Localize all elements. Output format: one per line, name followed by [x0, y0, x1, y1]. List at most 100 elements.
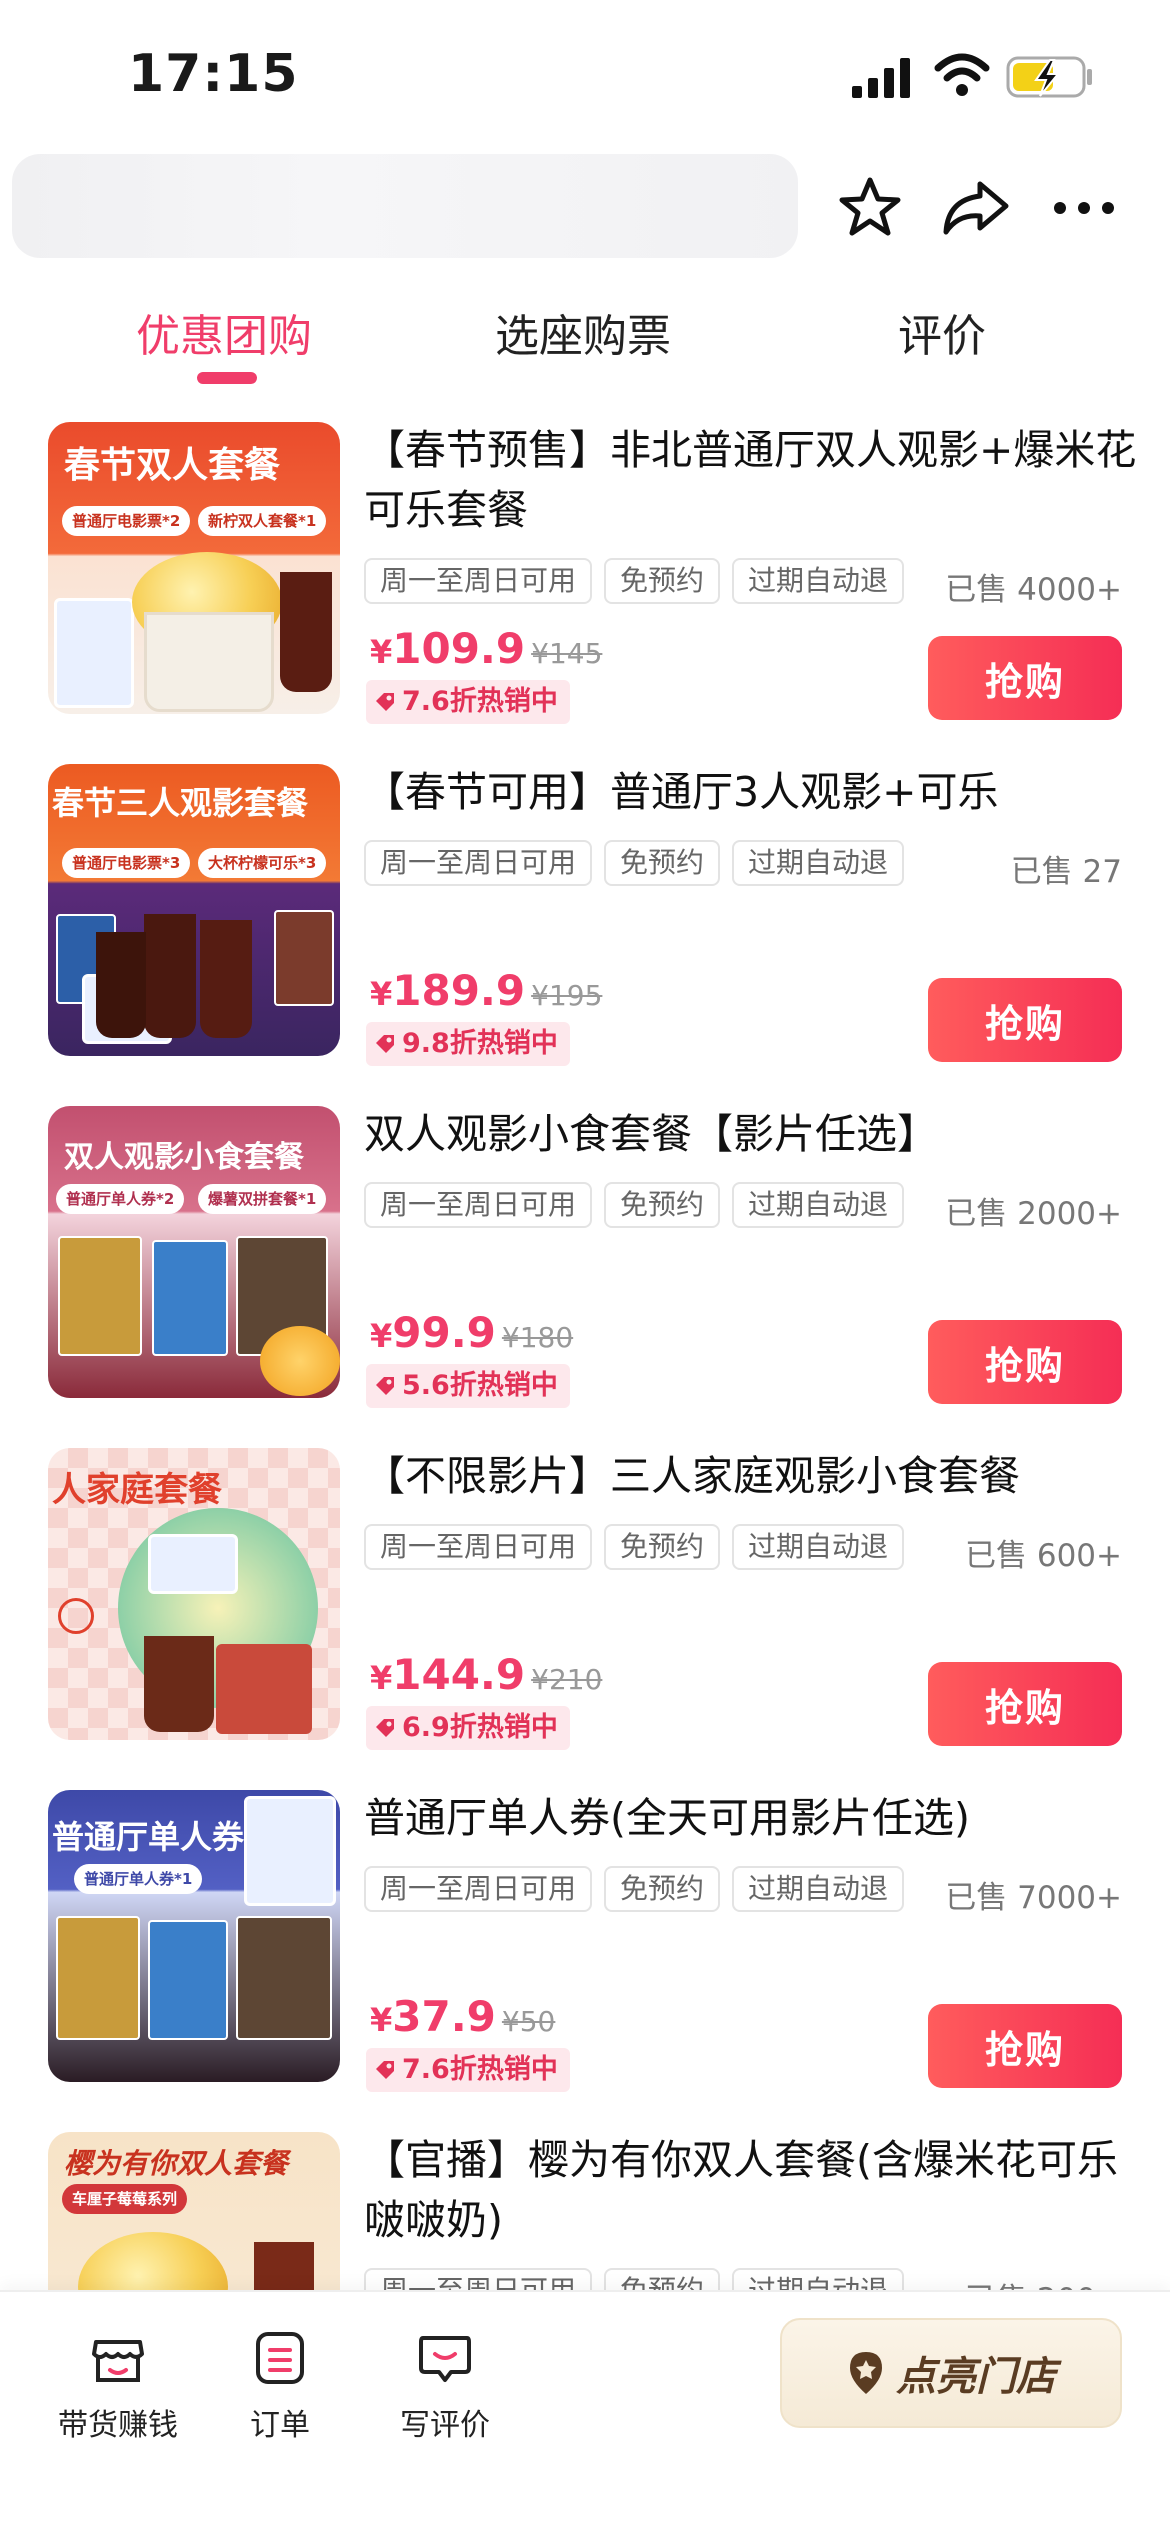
buy-button[interactable]: 抢购: [928, 1662, 1122, 1746]
bucket-graphic: [144, 612, 274, 712]
price-value: 144.9: [392, 1650, 526, 1699]
sold-count: 已售 4000+: [945, 572, 1122, 608]
deal-thumbnail[interactable]: 双人观影小食套餐 普通厅单人券*2 爆薯双拼套餐*1: [48, 1106, 340, 1398]
bottom-item-earn[interactable]: 带货赚钱: [58, 2328, 178, 2444]
currency-symbol: ¥: [370, 975, 393, 1013]
bottom-item-label: 写评价: [400, 2408, 490, 2443]
deal-title: 【春节可用】普通厅3人观影+可乐: [364, 768, 999, 816]
deal-tag: 过期自动退: [732, 1182, 905, 1228]
share-icon[interactable]: [938, 170, 1014, 246]
buy-button[interactable]: 抢购: [928, 1320, 1122, 1404]
movie-poster-graphic: [236, 1916, 332, 2040]
deal-tag: 过期自动退: [732, 1524, 905, 1570]
deal-tag: 免预约: [604, 1866, 721, 1912]
bottom-item-review[interactable]: 写评价: [400, 2328, 490, 2444]
header: [0, 150, 1170, 270]
tab-reviews[interactable]: 评价: [898, 300, 986, 364]
discount-badge: 5.6折热销中: [366, 1364, 570, 1408]
thumbnail-chip: 车厘子莓莓系列: [62, 2184, 188, 2214]
deal-price: ¥144.9: [370, 1650, 525, 1699]
price-row: ¥109.9 ¥145: [370, 624, 602, 684]
price-value: 109.9: [392, 624, 526, 673]
currency-symbol: ¥: [370, 1317, 393, 1355]
ticket-graphic: [54, 598, 134, 708]
deal-price: ¥109.9: [370, 624, 525, 673]
deal-tags: 周一至周日可用 免预约 过期自动退: [364, 1866, 905, 1912]
movie-poster-graphic: [56, 1916, 140, 2040]
deal-item[interactable]: 双人观影小食套餐 普通厅单人券*2 爆薯双拼套餐*1 双人观影小食套餐【影片任选…: [0, 1092, 1170, 1432]
deal-thumbnail[interactable]: 春节三人观影套餐 普通厅电影票*3 大杯柠檬可乐*3: [48, 764, 340, 1056]
thumbnail-chip: 新柠双人套餐*1: [198, 506, 327, 536]
deal-thumbnail[interactable]: 人家庭套餐: [48, 1448, 340, 1740]
deal-tags: 周一至周日可用 免预约 过期自动退: [364, 840, 905, 886]
deal-tag: 周一至周日可用: [364, 1182, 593, 1228]
arrow-circle-icon: [58, 1598, 94, 1634]
price-tag-icon: [376, 1719, 394, 1737]
status-bar: 17:15: [0, 0, 1170, 150]
price-tag-icon: [376, 1377, 394, 1395]
deal-thumbnail[interactable]: 普通厅单人券 普通厅单人券*1: [48, 1790, 340, 2082]
deal-price: ¥37.9: [370, 1992, 496, 2041]
deal-item[interactable]: 春节三人观影套餐 普通厅电影票*3 大杯柠檬可乐*3 【春节可用】普通厅3人观影…: [0, 750, 1170, 1090]
bottom-item-orders[interactable]: 订单: [250, 2328, 310, 2444]
deal-price: ¥99.9: [370, 1308, 496, 1357]
favorite-star-icon[interactable]: [832, 170, 908, 246]
wifi-icon: [934, 53, 990, 96]
thumbnail-chip: 普通厅单人券*2: [56, 1184, 185, 1214]
deal-tag: 过期自动退: [732, 840, 905, 886]
movie-poster-graphic: [58, 1236, 142, 1356]
drink-cup-graphic: [200, 920, 252, 1038]
price-row: ¥37.9 ¥50: [370, 1992, 555, 2052]
review-icon: [419, 2336, 471, 2382]
deal-item[interactable]: 普通厅单人券 普通厅单人券*1 普通厅单人券(全天可用影片任选) 周一至周日可用…: [0, 1776, 1170, 2116]
buy-button[interactable]: 抢购: [928, 978, 1122, 1062]
discount-badge: 9.8折热销中: [366, 1022, 570, 1066]
store-icon: [92, 2340, 144, 2382]
light-up-store-label: 点亮门店: [896, 2354, 1056, 2400]
tab-bar: 优惠团购 选座购票 评价: [0, 282, 1170, 392]
deal-title: 【官播】樱为有你双人套餐(含爆米花可乐啵啵奶): [364, 2136, 1118, 2244]
search-box[interactable]: [12, 154, 798, 258]
discount-text: 9.8折热销中: [402, 1028, 558, 1059]
currency-symbol: ¥: [370, 633, 393, 671]
thumbnail-banner-text: 樱为有你双人套餐: [64, 2147, 289, 2180]
thumbnail-chip: 普通厅单人券*1: [74, 1864, 203, 1894]
discount-badge: 7.6折热销中: [366, 680, 570, 724]
deal-title: 【春节预售】非北普通厅双人观影+爆米花可乐套餐: [364, 426, 1137, 534]
tab-group-deals[interactable]: 优惠团购: [136, 300, 312, 364]
price-tag-icon: [376, 2061, 394, 2079]
movie-poster-graphic: [148, 1920, 228, 2040]
status-time: 17:15: [128, 44, 299, 104]
deal-thumbnail[interactable]: 春节双人套餐 普通厅电影票*2 新柠双人套餐*1: [48, 422, 340, 714]
deal-title: 普通厅单人券(全天可用影片任选): [364, 1794, 970, 1842]
movie-poster-graphic: [274, 910, 334, 1006]
buy-button[interactable]: 抢购: [928, 2004, 1122, 2088]
deal-tag: 过期自动退: [732, 1866, 905, 1912]
sold-count: 已售 600+: [965, 1538, 1122, 1574]
discount-text: 5.6折热销中: [402, 1370, 558, 1401]
deal-item[interactable]: 春节双人套餐 普通厅电影票*2 新柠双人套餐*1 【春节预售】非北普通厅双人观影…: [0, 408, 1170, 748]
original-price: ¥145: [531, 637, 603, 670]
light-up-store-button[interactable]: 点亮门店: [780, 2318, 1122, 2428]
movie-poster-graphic: [152, 1240, 228, 1356]
discount-text: 7.6折热销中: [402, 2054, 558, 2085]
original-price: ¥180: [501, 1321, 574, 1354]
price-value: 99.9: [392, 1308, 496, 1357]
order-icon: [256, 2332, 304, 2384]
bottom-item-label: 订单: [250, 2408, 310, 2443]
deal-tag: 周一至周日可用: [364, 1866, 593, 1912]
tab-seat-tickets[interactable]: 选座购票: [495, 300, 671, 364]
deal-tags: 周一至周日可用 免预约 过期自动退: [364, 558, 905, 604]
price-value: 189.9: [392, 966, 526, 1015]
location-pin-icon: [850, 2352, 882, 2394]
active-tab-indicator: [197, 372, 257, 384]
more-icon[interactable]: [1046, 170, 1122, 246]
original-price: ¥50: [501, 2005, 556, 2038]
deal-tag: 免预约: [604, 1182, 721, 1228]
deal-item[interactable]: 人家庭套餐 【不限影片】三人家庭观影小食套餐 周一至周日可用 免预约 过期自动退…: [0, 1434, 1170, 1774]
deal-tag: 周一至周日可用: [364, 1524, 593, 1570]
thumbnail-chip: 普通厅电影票*3: [62, 848, 191, 878]
thumbnail-chip: 大杯柠檬可乐*3: [198, 848, 327, 878]
sold-count: 已售 2000+: [945, 1196, 1122, 1232]
buy-button[interactable]: 抢购: [928, 636, 1122, 720]
